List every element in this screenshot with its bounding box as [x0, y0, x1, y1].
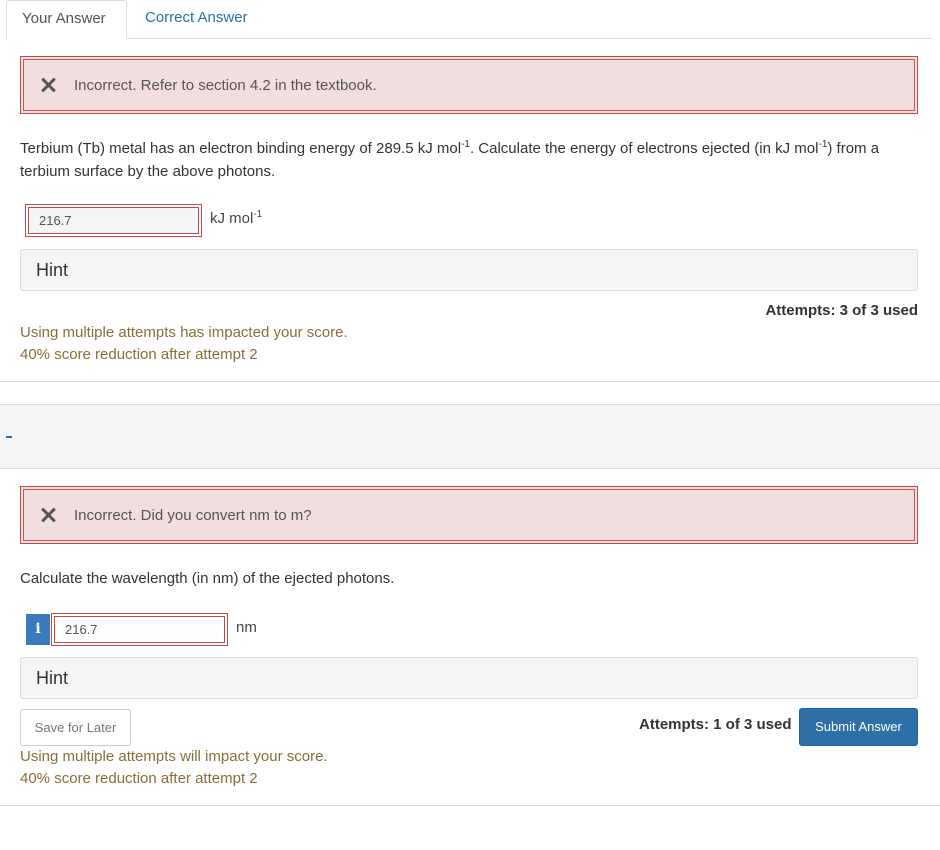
tab-correct-answer[interactable]: Correct Answer [130, 0, 263, 39]
hint-panel-part1[interactable]: Hint [20, 249, 918, 291]
collapse-dash-icon[interactable] [6, 436, 12, 438]
answer-input-wrapper-part2: 216.7 [51, 613, 228, 646]
question-text-part2: Calculate the wavelength (in nm) of the … [20, 570, 395, 587]
feedback-alert-part2: Incorrect. Did you convert nm to m? [20, 486, 918, 544]
tab-your-answer[interactable]: Your Answer [6, 0, 127, 40]
answer-tabs: Your Answer Correct Answer [6, 0, 932, 40]
info-icon[interactable]: i [26, 614, 50, 645]
save-for-later-button[interactable]: Save for Later [20, 709, 131, 746]
close-x-icon [40, 77, 56, 93]
submit-answer-button[interactable]: Submit Answer [799, 708, 918, 746]
feedback-text: Incorrect. Refer to section 4.2 in the t… [74, 76, 377, 94]
feedback-text: Incorrect. Did you convert nm to m? [74, 506, 312, 524]
divider [0, 805, 940, 806]
attempts-counter-part2: Attempts: 1 of 3 used [639, 716, 792, 733]
answer-input[interactable]: 216.7 [28, 207, 199, 234]
answer-unit: nm [236, 619, 257, 636]
question-text-part1: Terbium (Tb) metal has an electron bindi… [20, 139, 880, 181]
close-x-icon [40, 507, 56, 523]
feedback-alert-part1: Incorrect. Refer to section 4.2 in the t… [20, 56, 918, 114]
attempts-counter-part1: Attempts: 3 of 3 used [765, 302, 918, 319]
answer-unit: kJ mol-1 [210, 209, 263, 228]
part-separator-band [0, 404, 940, 469]
hint-panel-part2[interactable]: Hint [20, 657, 918, 699]
divider [0, 381, 940, 382]
score-warning-part2: Using multiple attempts will impact your… [20, 748, 328, 787]
answer-input[interactable]: 216.7 [54, 616, 225, 643]
score-warning-part1: Using multiple attempts has impacted you… [20, 324, 348, 363]
answer-input-wrapper-part1: 216.7 [25, 204, 202, 237]
